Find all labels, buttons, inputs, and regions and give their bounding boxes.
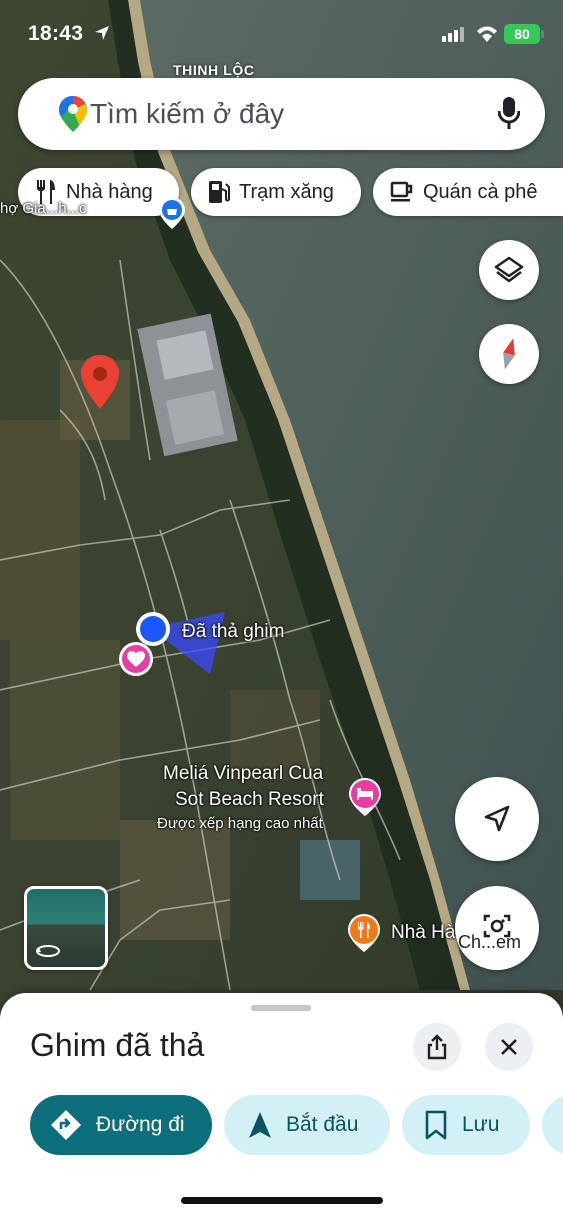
lens-camera-label: Ch...em	[458, 932, 522, 952]
start-button[interactable]: Bắt đầu	[224, 1095, 390, 1155]
microphone-icon[interactable]	[497, 96, 521, 135]
dropped-pin-label: Đã thả ghim	[182, 621, 285, 642]
hotel-marker-icon[interactable]	[347, 776, 383, 823]
chip-coffee[interactable]: Quán cà phê	[373, 168, 563, 216]
shopping-marker-icon[interactable]	[158, 196, 186, 235]
street-view-rotate-icon	[35, 944, 61, 963]
resort-name-line2: Sot Beach Resort	[175, 789, 324, 810]
chip-gas-stations[interactable]: Trạm xăng	[191, 168, 361, 216]
layers-button[interactable]	[479, 240, 539, 300]
place-title: Ghim đã thả	[30, 1027, 205, 1063]
share-icon	[426, 1034, 448, 1060]
chip-label: Quán cà phê	[423, 180, 538, 203]
cellular-signal-icon	[442, 26, 464, 47]
status-bar: 18:43 80	[0, 0, 563, 70]
red-pin-icon[interactable]	[80, 354, 120, 415]
save-label: Lưu	[462, 1113, 500, 1136]
location-arrow-icon	[93, 24, 111, 47]
battery-cap	[541, 30, 544, 38]
close-icon	[499, 1037, 519, 1057]
compass-icon	[499, 336, 519, 372]
street-view-thumbnail[interactable]	[24, 886, 108, 970]
directions-label: Đường đi	[96, 1113, 185, 1136]
navigation-arrow-icon	[248, 1111, 272, 1139]
save-button[interactable]: Lưu	[402, 1095, 530, 1155]
saved-heart-marker-icon[interactable]	[117, 640, 155, 683]
resort-rating-note: Được xếp hạng cao nhất	[157, 815, 323, 832]
gas-station-icon	[207, 179, 231, 205]
wifi-icon	[476, 25, 498, 48]
close-button[interactable]	[485, 1023, 533, 1071]
bookmark-icon	[424, 1110, 448, 1140]
more-actions-button[interactable]	[542, 1095, 563, 1155]
restaurant-marker-icon[interactable]	[346, 912, 382, 959]
share-button[interactable]	[413, 1023, 461, 1071]
search-bar[interactable]	[18, 78, 545, 150]
start-label: Bắt đầu	[286, 1113, 359, 1136]
search-input[interactable]	[90, 92, 480, 136]
battery-indicator: 80	[504, 24, 540, 44]
directions-button[interactable]: Đường đi	[30, 1095, 212, 1155]
google-maps-pin-icon	[58, 95, 88, 138]
my-location-button[interactable]	[455, 777, 539, 861]
status-time: 18:43	[28, 22, 84, 45]
compass-button[interactable]	[479, 324, 539, 384]
chip-label: Trạm xăng	[239, 180, 334, 203]
lens-camera-button[interactable]: Ch...em	[455, 886, 539, 970]
coffee-cup-icon	[389, 180, 415, 204]
area-label: THINH LỘC	[173, 62, 255, 78]
resort-name-line1: Meliá Vinpearl Cua	[163, 763, 324, 784]
layers-icon	[494, 255, 524, 285]
directions-icon	[50, 1109, 82, 1141]
navigation-arrow-icon	[482, 804, 512, 834]
place-bottom-sheet[interactable]: Ghim đã thả Đường đi Bắt đầu Lưu	[0, 993, 563, 1218]
sheet-drag-handle[interactable]	[251, 1005, 311, 1011]
home-indicator[interactable]	[181, 1197, 383, 1204]
market-label: hợ Gia...h...c	[0, 200, 87, 217]
